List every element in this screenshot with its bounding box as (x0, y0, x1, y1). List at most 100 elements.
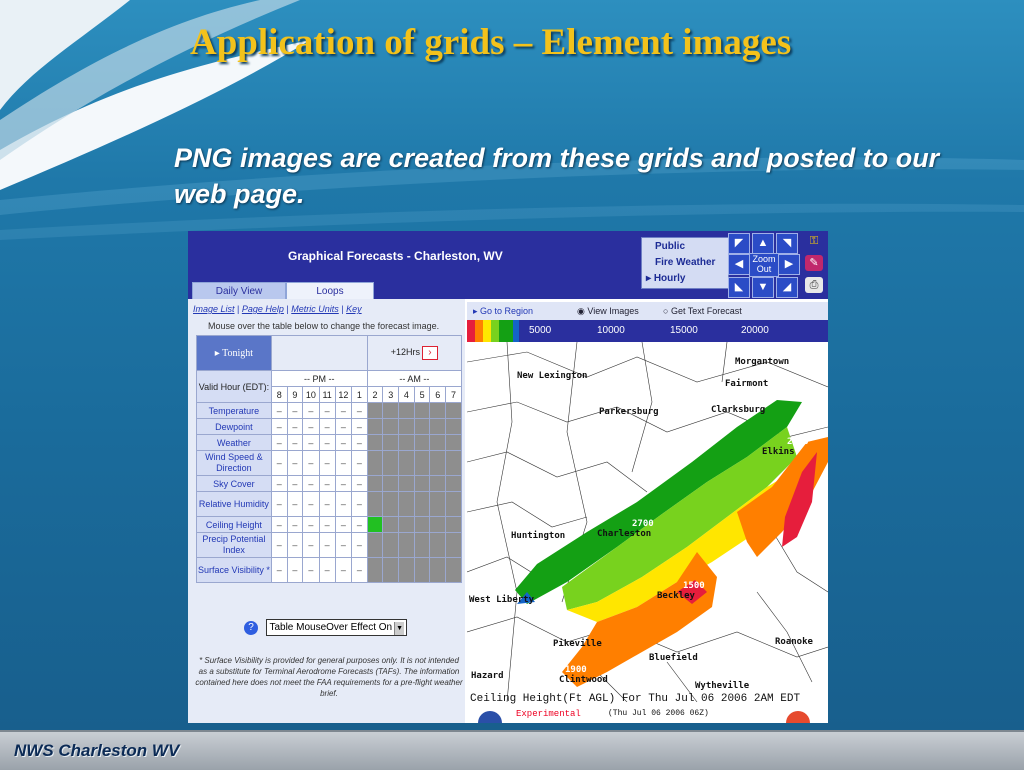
forecast-cell[interactable] (445, 450, 462, 476)
forecast-cell-empty[interactable]: – (286, 434, 304, 451)
forecast-cell[interactable] (429, 418, 447, 435)
get-text-forecast-radio[interactable]: ○ Get Text Forecast (663, 306, 742, 316)
forecast-cell[interactable] (366, 532, 384, 558)
forecast-cell[interactable] (366, 557, 384, 583)
forecast-cell-empty[interactable]: – (270, 402, 288, 419)
forecast-cell-empty[interactable]: – (334, 434, 353, 451)
forecast-cell-empty[interactable]: – (302, 516, 320, 533)
forecast-cell[interactable] (398, 532, 415, 558)
forecast-cell[interactable] (382, 434, 400, 451)
forecast-cell[interactable] (366, 491, 384, 517)
forecast-cell-empty[interactable]: – (286, 516, 304, 533)
forecast-cell-empty[interactable]: – (318, 491, 336, 517)
forecast-cell[interactable] (413, 402, 431, 419)
forecast-cell-empty[interactable]: – (270, 516, 288, 533)
forecast-cell-empty[interactable]: – (318, 450, 336, 476)
forecast-cell-empty[interactable]: – (351, 516, 368, 533)
forecast-cell[interactable] (366, 434, 384, 451)
forecast-cell-empty[interactable]: – (351, 450, 368, 476)
forecast-cell[interactable] (382, 402, 400, 419)
forecast-cell-empty[interactable]: – (318, 475, 336, 492)
forecast-cell[interactable] (398, 434, 415, 451)
forecast-cell-empty[interactable]: – (351, 532, 368, 558)
forecast-cell[interactable] (398, 450, 415, 476)
forecast-cell[interactable] (398, 418, 415, 435)
forecast-cell[interactable] (413, 418, 431, 435)
forecast-cell[interactable] (398, 402, 415, 419)
forecast-cell[interactable] (445, 475, 462, 492)
page-help-link[interactable]: Page Help (242, 304, 284, 314)
forecast-cell[interactable] (398, 516, 415, 533)
go-to-region-link[interactable]: ▸ Go to Region (473, 306, 533, 317)
forecast-cell-empty[interactable]: – (286, 532, 304, 558)
forecast-cell[interactable] (413, 532, 431, 558)
tab-daily-view[interactable]: Daily View (192, 282, 286, 300)
forecast-cell-empty[interactable]: – (302, 491, 320, 517)
forecast-cell-empty[interactable]: – (286, 402, 304, 419)
forecast-cell-empty[interactable]: – (318, 418, 336, 435)
forecast-cell-empty[interactable]: – (318, 557, 336, 583)
forecast-cell-empty[interactable]: – (302, 434, 320, 451)
forecast-cell-empty[interactable]: – (270, 475, 288, 492)
forecast-cell[interactable] (382, 418, 400, 435)
pan-east-button[interactable]: ▶ (778, 254, 800, 275)
view-images-radio[interactable]: ◉ View Images (577, 306, 639, 317)
row-label[interactable]: Relative Humidity (196, 491, 272, 517)
forecast-cell-empty[interactable]: – (302, 418, 320, 435)
pan-north-button[interactable]: ▲ (752, 233, 774, 254)
pan-northeast-button[interactable]: ◥ (776, 233, 798, 254)
forecast-cell[interactable] (382, 532, 400, 558)
forecast-cell-empty[interactable]: – (351, 557, 368, 583)
row-label[interactable]: Weather (196, 434, 272, 451)
tab-loops[interactable]: Loops (286, 282, 374, 300)
pan-south-button[interactable]: ▼ (752, 277, 774, 298)
forecast-cell[interactable] (398, 475, 415, 492)
forecast-cell-empty[interactable]: – (351, 418, 368, 435)
forecast-cell[interactable] (429, 434, 447, 451)
forecast-cell-empty[interactable]: – (351, 402, 368, 419)
forecast-cell-empty[interactable]: – (334, 475, 353, 492)
menu-item-public[interactable]: Public (655, 241, 685, 252)
forecast-cell-selected[interactable] (366, 516, 384, 533)
forecast-cell[interactable] (413, 516, 431, 533)
forecast-cell-empty[interactable]: – (334, 557, 353, 583)
forecast-cell-empty[interactable]: – (334, 418, 353, 435)
forecast-cell[interactable] (366, 475, 384, 492)
forecast-cell-empty[interactable]: – (351, 434, 368, 451)
pan-southeast-button[interactable]: ◢ (776, 277, 798, 298)
forecast-cell[interactable] (398, 557, 415, 583)
forecast-cell[interactable] (382, 475, 400, 492)
question-icon[interactable]: ? (244, 620, 258, 635)
tonight-cell[interactable]: ▸ Tonight (196, 335, 272, 371)
key-icon[interactable]: ⚿ (805, 233, 823, 249)
forecast-cell-empty[interactable]: – (302, 475, 320, 492)
forecast-cell-empty[interactable]: – (334, 450, 353, 476)
forecast-cell[interactable] (398, 491, 415, 517)
forecast-cell[interactable] (366, 402, 384, 419)
pan-northwest-button[interactable]: ◤ (728, 233, 750, 254)
forecast-cell-empty[interactable]: – (302, 450, 320, 476)
metric-units-link[interactable]: Metric Units (291, 304, 339, 314)
row-label[interactable]: Wind Speed & Direction (196, 450, 272, 476)
pan-southwest-button[interactable]: ◣ (728, 277, 750, 298)
forecast-cell-empty[interactable]: – (318, 516, 336, 533)
forecast-cell[interactable] (445, 491, 462, 517)
forecast-cell[interactable] (429, 402, 447, 419)
forecast-cell-empty[interactable]: – (270, 557, 288, 583)
key-link[interactable]: Key (346, 304, 362, 314)
row-label[interactable]: Ceiling Height (196, 516, 272, 533)
forecast-cell[interactable] (445, 532, 462, 558)
forecast-cell[interactable] (429, 532, 447, 558)
forecast-cell-empty[interactable]: – (334, 402, 353, 419)
forecast-cell-empty[interactable]: – (270, 491, 288, 517)
menu-item-fire-weather[interactable]: Fire Weather (655, 257, 715, 268)
printer-icon[interactable]: ⎙ (805, 277, 823, 293)
forecast-cell[interactable] (429, 475, 447, 492)
row-label[interactable]: Sky Cover (196, 475, 272, 492)
forecast-cell[interactable] (413, 450, 431, 476)
forecast-cell[interactable] (429, 516, 447, 533)
forecast-cell-empty[interactable]: – (270, 418, 288, 435)
forecast-cell[interactable] (366, 418, 384, 435)
forecast-cell-empty[interactable]: – (318, 532, 336, 558)
pan-west-button[interactable]: ◀ (728, 254, 750, 275)
